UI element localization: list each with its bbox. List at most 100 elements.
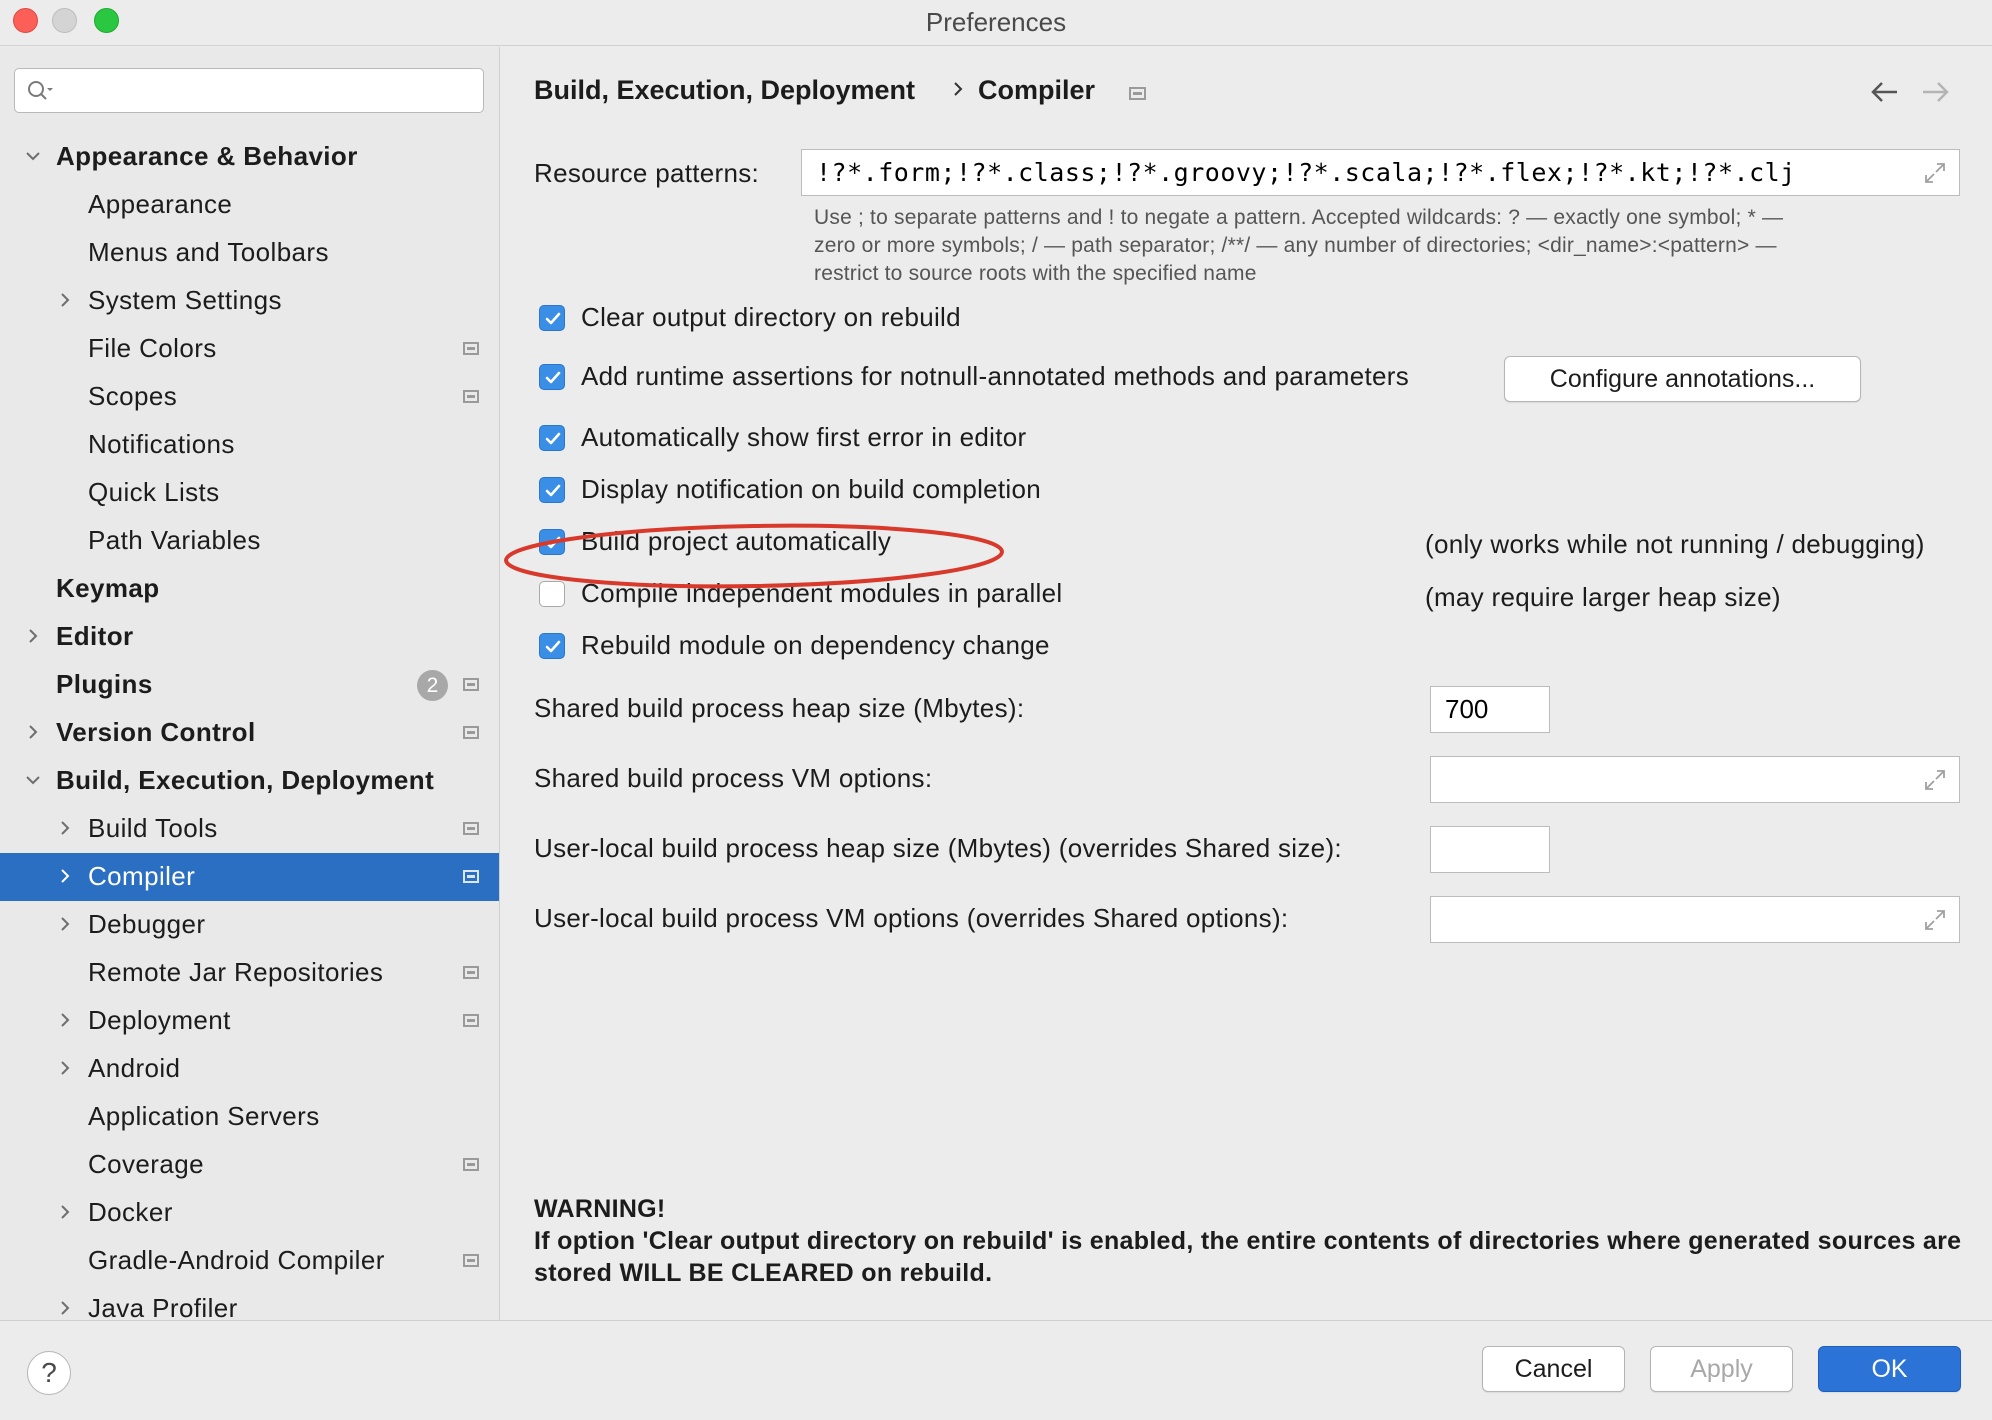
project-level-icon: [463, 726, 479, 739]
checkbox-row-automatically-show-first-error-in-editor[interactable]: Automatically show first error in editor: [539, 420, 1539, 456]
sidebar-item-keymap[interactable]: Keymap: [0, 565, 499, 613]
chevron-right-icon[interactable]: [54, 1009, 76, 1031]
chevron-right-icon[interactable]: [22, 625, 44, 647]
sidebar-item-scopes[interactable]: Scopes: [0, 373, 499, 421]
resource-patterns-field[interactable]: [801, 149, 1960, 196]
project-level-icon: [1129, 87, 1146, 100]
chevron-right-icon[interactable]: [54, 865, 76, 887]
sidebar-item-editor[interactable]: Editor: [0, 613, 499, 661]
local-heap-field[interactable]: [1430, 826, 1550, 873]
sidebar-item-label: Compiler: [88, 861, 196, 891]
checkbox-row-add-runtime-assertions-for-notnull-annotated-methods-and-parameters[interactable]: Add runtime assertions for notnull-annot…: [539, 359, 1539, 395]
sidebar-item-system-settings[interactable]: System Settings: [0, 277, 499, 325]
cancel-button[interactable]: Cancel: [1482, 1346, 1625, 1392]
checkbox-checked[interactable]: [539, 477, 565, 503]
settings-search-box[interactable]: [14, 68, 484, 113]
sidebar-item-build-tools[interactable]: Build Tools: [0, 805, 499, 853]
sidebar-item-label: Deployment: [88, 1005, 231, 1035]
shared-vm-field[interactable]: [1430, 756, 1960, 803]
checkbox-row-display-notification-on-build-completion[interactable]: Display notification on build completion: [539, 472, 1539, 508]
project-level-icon: [463, 342, 479, 355]
sidebar-item-appearance[interactable]: Appearance: [0, 181, 499, 229]
settings-search-input[interactable]: [67, 73, 467, 108]
checkbox-checked[interactable]: [539, 425, 565, 451]
checkbox-checked[interactable]: [539, 633, 565, 659]
chevron-right-icon[interactable]: [22, 721, 44, 743]
forward-arrow-icon[interactable]: [1919, 79, 1951, 105]
sidebar-item-deployment[interactable]: Deployment: [0, 997, 499, 1045]
sidebar-item-docker[interactable]: Docker: [0, 1189, 499, 1237]
hint-line: Use ; to separate patterns and ! to nega…: [814, 206, 1784, 229]
compiler-settings-panel: Build, Execution, Deployment Compiler Re…: [501, 47, 1992, 1320]
chevron-right-icon[interactable]: [54, 1201, 76, 1223]
chevron-down-icon[interactable]: [22, 769, 44, 791]
sidebar-item-application-servers[interactable]: Application Servers: [0, 1093, 499, 1141]
sidebar-item-gradle-android-compiler[interactable]: Gradle-Android Compiler: [0, 1237, 499, 1285]
resource-patterns-input[interactable]: [816, 150, 1800, 195]
sidebar-item-plugins[interactable]: Plugins 2: [0, 661, 499, 709]
ok-button[interactable]: OK: [1818, 1346, 1961, 1392]
sidebar-item-label: Android: [88, 1053, 181, 1083]
checkbox-checked[interactable]: [539, 364, 565, 390]
sidebar-item-label: Remote Jar Repositories: [88, 957, 384, 987]
checkbox-label: Display notification on build completion: [581, 474, 1042, 504]
sidebar-item-path-variables[interactable]: Path Variables: [0, 517, 499, 565]
sidebar-item-android[interactable]: Android: [0, 1045, 499, 1093]
parallel-note: (may require larger heap size): [1425, 582, 1781, 612]
sidebar-item-compiler[interactable]: Compiler: [0, 853, 499, 901]
local-heap-input[interactable]: [1445, 827, 1546, 872]
sidebar-item-label: Gradle-Android Compiler: [88, 1245, 385, 1275]
project-level-icon: [463, 1014, 479, 1027]
chevron-right-icon[interactable]: [54, 1057, 76, 1079]
window-title: Preferences: [925, 7, 1067, 37]
sidebar-item-file-colors[interactable]: File Colors: [0, 325, 499, 373]
breadcrumb-parent[interactable]: Build, Execution, Deployment: [534, 75, 915, 106]
expand-icon[interactable]: [1923, 908, 1947, 932]
expand-icon[interactable]: [1923, 768, 1947, 792]
project-level-icon: [463, 1158, 479, 1171]
resource-patterns-hint: Use ; to separate patterns and ! to nega…: [814, 204, 1944, 288]
project-level-icon: [463, 390, 479, 403]
local-vm-input[interactable]: [1445, 897, 1894, 942]
shared-vm-input[interactable]: [1445, 757, 1894, 802]
search-icon: [28, 81, 53, 100]
shared-heap-field[interactable]: [1430, 686, 1550, 733]
local-vm-field[interactable]: [1430, 896, 1960, 943]
checkbox-row-clear-output-directory-on-rebuild[interactable]: Clear output directory on rebuild: [539, 300, 1539, 336]
checkbox-row-rebuild-module-on-dependency-change[interactable]: Rebuild module on dependency change: [539, 628, 1539, 664]
sidebar-item-version-control[interactable]: Version Control: [0, 709, 499, 757]
chevron-right-icon[interactable]: [54, 913, 76, 935]
back-arrow-icon[interactable]: [1869, 79, 1901, 105]
sidebar-item-label: Version Control: [56, 717, 256, 747]
breadcrumb-chevron-icon: [954, 82, 963, 96]
project-level-icon: [463, 678, 479, 691]
apply-button[interactable]: Apply: [1650, 1346, 1793, 1392]
chevron-right-icon[interactable]: [54, 817, 76, 839]
sidebar-item-menus-and-toolbars[interactable]: Menus and Toolbars: [0, 229, 499, 277]
sidebar-item-label: Application Servers: [88, 1101, 320, 1131]
sidebar-item-java-profiler[interactable]: Java Profiler: [0, 1285, 499, 1320]
checkbox-checked[interactable]: [539, 305, 565, 331]
sidebar-item-label: Scopes: [88, 381, 178, 411]
expand-icon[interactable]: [1923, 161, 1947, 185]
chevron-down-icon[interactable]: [22, 145, 44, 167]
sidebar-item-notifications[interactable]: Notifications: [0, 421, 499, 469]
help-button[interactable]: ?: [27, 1351, 71, 1395]
sidebar-item-debugger[interactable]: Debugger: [0, 901, 499, 949]
sidebar-item-label: Coverage: [88, 1149, 204, 1179]
sidebar-item-remote-jar-repositories[interactable]: Remote Jar Repositories: [0, 949, 499, 997]
local-vm-label: User-local build process VM options (ove…: [534, 903, 1289, 933]
chevron-right-icon[interactable]: [54, 1297, 76, 1319]
hint-line: zero or more symbols; / — path separator…: [814, 234, 1777, 257]
sidebar-item-label: Build Tools: [88, 813, 218, 843]
sidebar-item-coverage[interactable]: Coverage: [0, 1141, 499, 1189]
sidebar-item-appearance-behavior[interactable]: Appearance & Behavior: [0, 133, 499, 181]
sidebar-item-quick-lists[interactable]: Quick Lists: [0, 469, 499, 517]
shared-heap-label: Shared build process heap size (Mbytes):: [534, 693, 1025, 723]
chevron-right-icon[interactable]: [54, 289, 76, 311]
configure-annotations-button[interactable]: Configure annotations...: [1504, 356, 1861, 402]
sidebar-item-build-execution-deployment[interactable]: Build, Execution, Deployment: [0, 757, 499, 805]
shared-vm-label: Shared build process VM options:: [534, 763, 933, 793]
shared-heap-input[interactable]: [1445, 687, 1546, 732]
breadcrumb-current: Compiler: [978, 75, 1096, 105]
